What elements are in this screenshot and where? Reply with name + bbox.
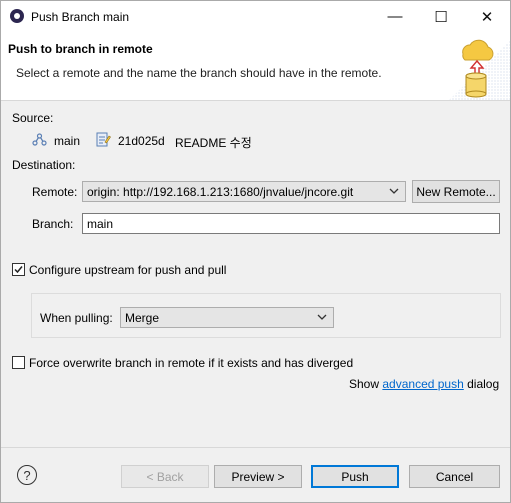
branch-label: Branch: (32, 217, 74, 231)
source-label: Source: (12, 111, 54, 125)
remote-select-value: origin: http://192.168.1.213:1680/jnvalu… (87, 184, 354, 199)
footer-divider (1, 447, 510, 448)
banner-description: Select a remote and the name the branch … (16, 66, 382, 80)
checkmark-icon (14, 266, 23, 274)
configure-upstream-checkbox[interactable] (12, 263, 25, 276)
cloud-push-icon (449, 32, 510, 100)
remote-label: Remote: (32, 185, 78, 199)
git-branch-icon (32, 133, 47, 150)
advanced-prefix: Show (349, 377, 380, 391)
source-branch-name: main (54, 134, 81, 148)
when-pulling-value: Merge (125, 310, 160, 325)
wizard-banner: Push to branch in remote Select a remote… (1, 32, 510, 101)
preview-button[interactable]: Preview > (214, 465, 302, 488)
remote-select[interactable]: origin: http://192.168.1.213:1680/jnvalu… (82, 181, 406, 202)
advanced-push-link[interactable]: advanced push (382, 377, 463, 391)
window-title: Push Branch main (31, 10, 130, 24)
new-remote-button[interactable]: New Remote... (412, 180, 500, 203)
chevron-down-icon (317, 314, 327, 320)
cancel-button[interactable]: Cancel (409, 465, 500, 488)
eclipse-icon (10, 9, 24, 23)
minimize-button[interactable]: — (372, 1, 418, 32)
commit-icon (96, 132, 111, 150)
commit-message: README 수정 (175, 136, 252, 150)
close-button[interactable]: ✕ (464, 1, 510, 32)
help-icon: ? (23, 467, 31, 483)
push-button[interactable]: Push (311, 465, 399, 488)
commit-id: 21d025d (118, 134, 165, 148)
force-overwrite-checkbox[interactable] (12, 356, 25, 369)
title-bar: Push Branch main — ☐ ✕ (1, 1, 510, 32)
when-pulling-select[interactable]: Merge (120, 307, 334, 328)
back-button[interactable]: < Back (121, 465, 209, 488)
when-pulling-label: When pulling: (40, 311, 113, 325)
advanced-push-text: Show advanced push dialog (349, 377, 499, 391)
branch-input[interactable]: main (82, 213, 500, 234)
maximize-button[interactable]: ☐ (418, 1, 464, 32)
help-button[interactable]: ? (17, 465, 37, 485)
close-icon: ✕ (480, 8, 494, 26)
chevron-down-icon (389, 188, 399, 194)
destination-label: Destination: (12, 158, 76, 172)
configure-upstream-label[interactable]: Configure upstream for push and pull (29, 263, 226, 277)
upstream-options-group: When pulling: Merge (31, 293, 501, 338)
minimize-icon: — (387, 8, 403, 25)
force-overwrite-label[interactable]: Force overwrite branch in remote if it e… (29, 356, 353, 370)
banner-title: Push to branch in remote (8, 42, 153, 56)
push-branch-dialog: Push Branch main — ☐ ✕ Push to branch in… (0, 0, 511, 503)
advanced-suffix: dialog (467, 377, 500, 391)
maximize-icon: ☐ (434, 8, 448, 26)
